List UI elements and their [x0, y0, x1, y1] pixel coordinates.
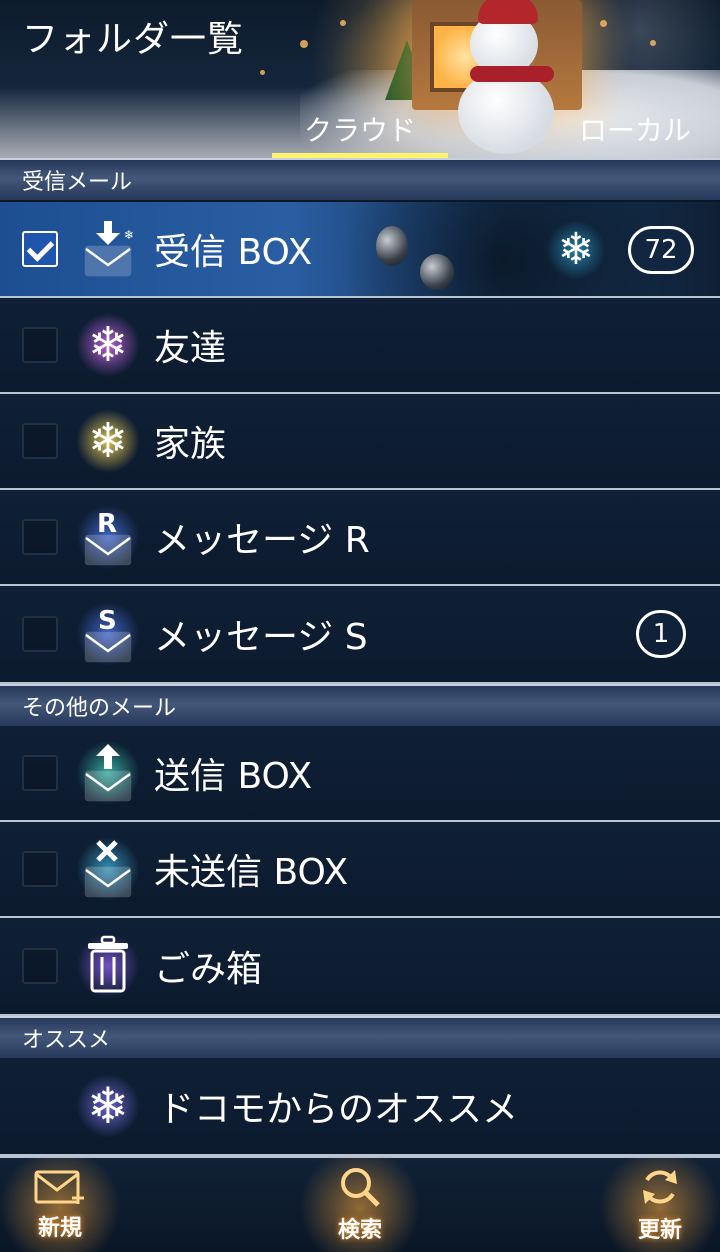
inbox-download-icon: ❄ [76, 217, 140, 281]
folder-row-message-r[interactable]: R メッセージ R [0, 490, 720, 586]
snowflake-icon: ❄ [76, 313, 140, 377]
folder-label: メッセージ R [154, 520, 370, 561]
folder-row-friends[interactable]: ❄ 友達 [0, 298, 720, 394]
bokeh-light [650, 40, 656, 46]
folder-checkbox[interactable] [22, 948, 58, 984]
folder-label: 送信 BOX [154, 756, 313, 797]
bokeh-light [600, 20, 607, 27]
section-label: その他のメール [22, 696, 177, 721]
unread-count-badge: 1 [636, 610, 686, 658]
folder-row-outbox[interactable]: 送信 BOX [0, 726, 720, 822]
bokeh-light [260, 70, 265, 75]
section-header-recommend: オススメ [0, 1016, 720, 1058]
folder-label: ごみ箱 [154, 949, 263, 990]
folder-label: 受信 BOX [154, 232, 313, 273]
svg-text:S: S [98, 606, 117, 636]
search-icon [341, 1168, 380, 1207]
snowflake-icon: ❄ [76, 409, 140, 473]
folder-row-inbox[interactable]: ❄ 受信 BOX ❄ 72 [0, 202, 720, 298]
snowman-scarf-decoration [470, 66, 554, 82]
trash-icon [76, 934, 140, 998]
tab-local[interactable]: ローカル [560, 100, 710, 158]
folder-checkbox[interactable] [22, 423, 58, 459]
refresh-button[interactable]: 更新 [610, 1166, 710, 1250]
folder-label: 友達 [154, 328, 227, 369]
ornament-decoration [376, 226, 408, 266]
folder-label: メッセージ S [154, 617, 368, 658]
tab-cloud-label: クラウド [303, 114, 416, 147]
folder-row-unsent[interactable]: 未送信 BOX [0, 822, 720, 918]
new-mail-label: 新規 [37, 1216, 82, 1241]
bokeh-light [340, 20, 346, 26]
folder-checkbox[interactable] [22, 616, 58, 652]
section-label: オススメ [22, 1028, 111, 1053]
bottom-toolbar: 新規 検索 更新 [0, 1156, 720, 1252]
snowman-hat-decoration [478, 0, 538, 24]
refresh-label: 更新 [637, 1218, 682, 1243]
folder-row-docomo-recommend[interactable]: ❄ ドコモからのオススメ [0, 1058, 720, 1156]
search-label: 検索 [337, 1218, 382, 1243]
new-mail-button[interactable]: 新規 [10, 1166, 110, 1250]
page-title: フォルダ一覧 [22, 19, 245, 60]
folder-label: 未送信 BOX [154, 852, 349, 893]
refresh-icon [643, 1170, 677, 1204]
svg-text:R: R [97, 509, 117, 539]
snowflake-icon: ❄ [546, 220, 606, 280]
folder-row-family[interactable]: ❄ 家族 [0, 394, 720, 490]
folder-checkbox[interactable] [22, 327, 58, 363]
folder-checkbox[interactable] [22, 755, 58, 791]
folder-label: ドコモからのオススメ [158, 1089, 519, 1130]
folder-row-trash[interactable]: ごみ箱 [0, 918, 720, 1016]
folder-checkbox[interactable] [22, 851, 58, 887]
folder-checkbox[interactable] [22, 519, 58, 555]
folder-checkbox[interactable] [22, 231, 58, 267]
message-r-icon: R [76, 505, 140, 569]
snowman-body-decoration [458, 70, 554, 154]
new-mail-icon [34, 1170, 84, 1204]
ornament-decoration [420, 254, 454, 290]
snowflake-icon: ❄ [76, 1074, 140, 1138]
unread-count-badge: 72 [628, 226, 694, 274]
svg-text:❄: ❄ [124, 228, 134, 242]
tab-cloud[interactable]: クラウド [272, 100, 448, 158]
header: フォルダ一覧 クラウド ローカル [0, 0, 720, 158]
folder-row-message-s[interactable]: S メッセージ S 1 [0, 586, 720, 684]
unsent-mail-icon [76, 837, 140, 901]
bokeh-light [300, 40, 308, 48]
section-header-inbox: 受信メール [0, 158, 720, 200]
section-label: 受信メール [22, 170, 133, 195]
tab-local-label: ローカル [578, 114, 691, 147]
search-button[interactable]: 検索 [310, 1166, 410, 1250]
section-header-other: その他のメール [0, 684, 720, 726]
outbox-upload-icon [76, 741, 140, 805]
folder-label: 家族 [154, 424, 227, 465]
message-s-icon: S [76, 602, 140, 666]
